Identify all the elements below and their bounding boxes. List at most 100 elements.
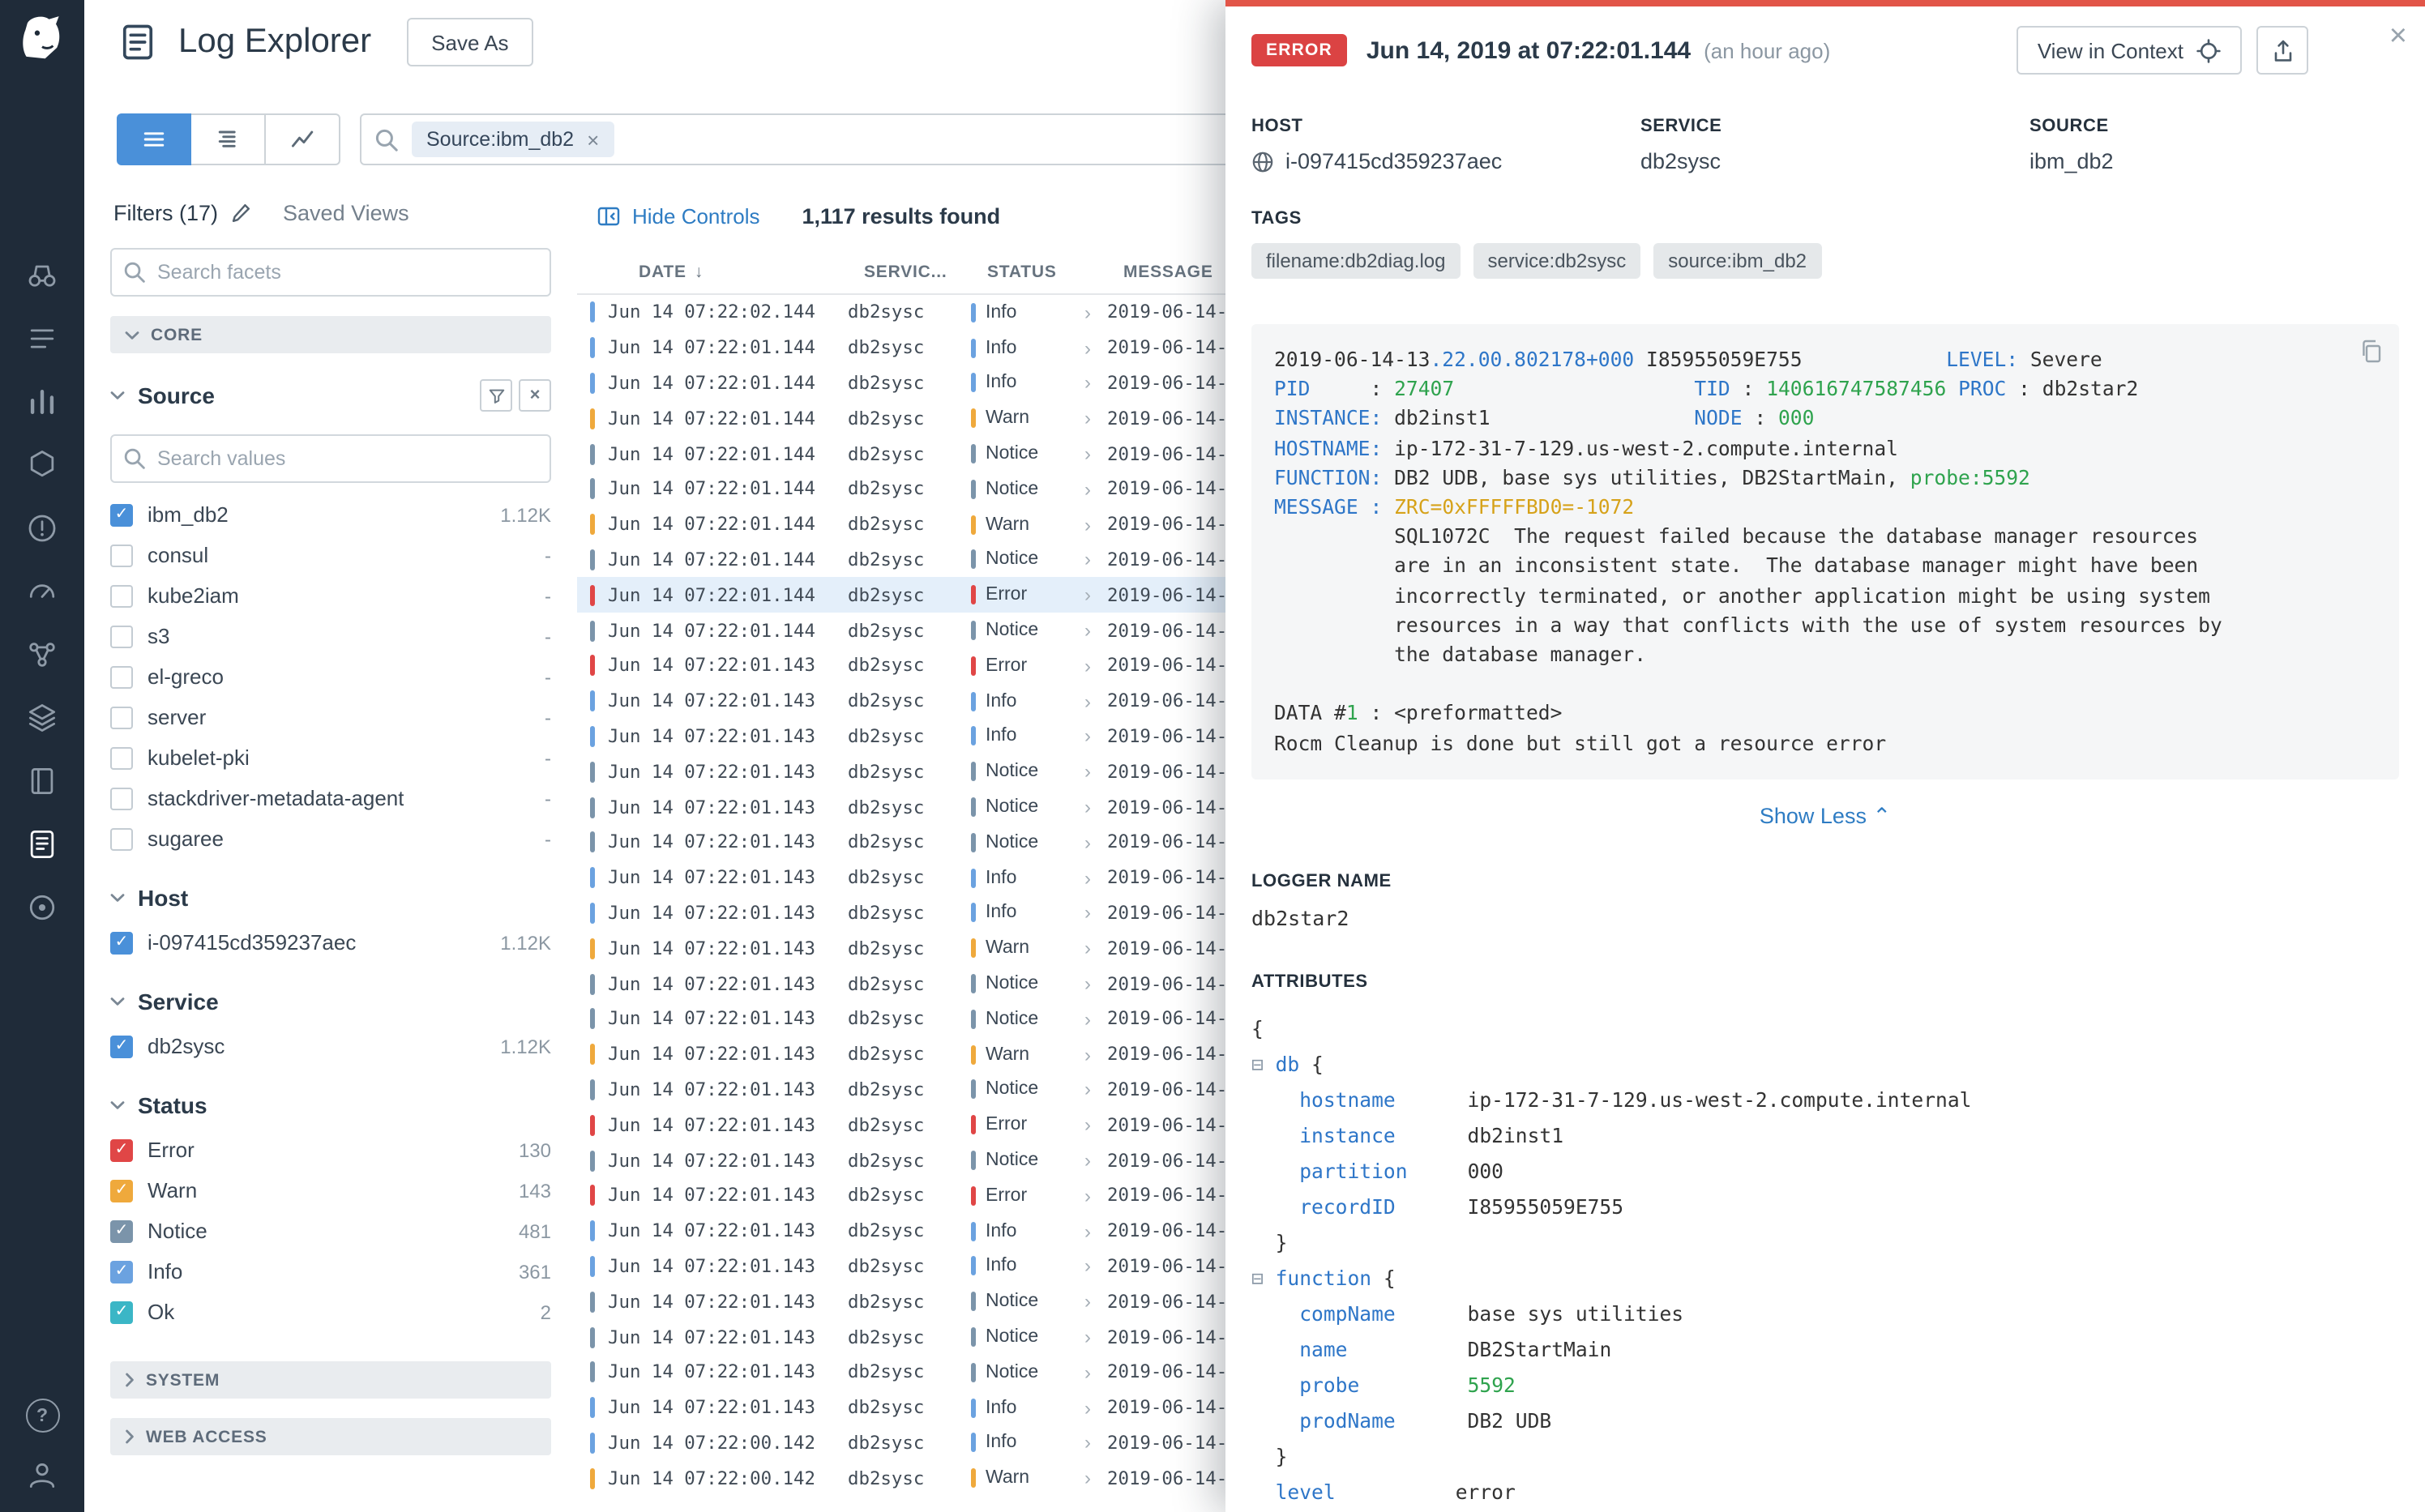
system-section-toggle[interactable]: SYSTEM — [110, 1361, 551, 1399]
facet-row[interactable]: ✓i-097415cd359237aec1.12K — [110, 922, 551, 963]
copy-icon[interactable] — [2359, 339, 2383, 371]
facet-row[interactable]: ✓Notice481 — [110, 1211, 551, 1251]
panel-header: ERROR Jun 14, 2019 at 07:22:01.144 (an h… — [1251, 26, 2399, 75]
attribute-row[interactable]: hostname ip-172-31-7-129.us-west-2.compu… — [1251, 1083, 2399, 1118]
attribute-row[interactable]: partition 000 — [1251, 1154, 2399, 1190]
pattern-view-button[interactable] — [191, 113, 266, 165]
facet-checkbox[interactable]: ✓ — [110, 1260, 133, 1283]
filter-facet-icon[interactable] — [480, 379, 512, 412]
facet-checkbox[interactable]: ✓ — [110, 1301, 133, 1323]
source-value[interactable]: ibm_db2 — [2029, 149, 2114, 173]
facet-row[interactable]: sugaree- — [110, 818, 551, 859]
facet-checkbox[interactable] — [110, 584, 133, 607]
edit-pencil-icon[interactable] — [229, 203, 250, 224]
facet-header-source[interactable]: Source × — [110, 379, 551, 412]
facet-row[interactable]: ✓db2sysc1.12K — [110, 1026, 551, 1066]
column-header-date[interactable]: DATE ↓ — [624, 263, 864, 282]
list-view-button[interactable] — [117, 113, 191, 165]
facet-checkbox[interactable]: ✓ — [110, 931, 133, 954]
facet-row[interactable]: consul- — [110, 535, 551, 575]
facet-row[interactable]: ✓ibm_db21.12K — [110, 494, 551, 535]
facet-row[interactable]: el-greco- — [110, 656, 551, 697]
attribute-row[interactable]: compName base sys utilities — [1251, 1296, 2399, 1332]
apm-icon[interactable] — [24, 574, 60, 609]
facet-checkbox[interactable]: ✓ — [110, 1219, 133, 1242]
facet-row[interactable]: ✓Error130 — [110, 1130, 551, 1170]
facet-row[interactable]: kubelet-pki- — [110, 737, 551, 778]
attribute-row[interactable]: instance db2inst1 — [1251, 1118, 2399, 1154]
logs-icon[interactable] — [24, 826, 60, 862]
facet-row[interactable]: ✓Ok2 — [110, 1292, 551, 1332]
facet-checkbox[interactable] — [110, 706, 133, 728]
attribute-row[interactable]: } — [1251, 1225, 2399, 1261]
status-color-bar — [971, 409, 976, 429]
watchdog-icon[interactable] — [24, 258, 60, 293]
column-header-status[interactable]: STATUS — [987, 263, 1101, 282]
exclude-facet-icon[interactable]: × — [519, 379, 551, 412]
synthetics-icon[interactable] — [24, 890, 60, 925]
query-filter-chip[interactable]: Source:ibm_db2 × — [412, 122, 614, 157]
facet-checkbox[interactable] — [110, 827, 133, 850]
attribute-row[interactable]: name DB2StartMain — [1251, 1332, 2399, 1368]
facet-checkbox[interactable] — [110, 746, 133, 769]
search-values-input[interactable] — [110, 434, 551, 483]
facet-checkbox[interactable] — [110, 544, 133, 566]
facet-header-status[interactable]: Status — [110, 1092, 551, 1118]
attribute-row[interactable]: probe 5592 — [1251, 1368, 2399, 1403]
monitors-icon[interactable] — [24, 510, 60, 546]
facet-checkbox[interactable]: ✓ — [110, 1179, 133, 1202]
save-as-button[interactable]: Save As — [407, 18, 532, 66]
facet-section-service: Service ✓db2sysc1.12K — [110, 989, 551, 1066]
facet-checkbox[interactable]: ✓ — [110, 503, 133, 526]
hide-controls-button[interactable]: Hide Controls — [597, 204, 760, 229]
containers-icon[interactable] — [24, 700, 60, 736]
facet-checkbox[interactable] — [110, 625, 133, 647]
column-header-service[interactable]: SERVIC... — [864, 263, 987, 282]
tag-chip[interactable]: service:db2sysc — [1473, 243, 1641, 279]
graph-view-button[interactable] — [266, 113, 340, 165]
tag-chip[interactable]: filename:db2diag.log — [1251, 243, 1461, 279]
infrastructure-icon[interactable] — [24, 447, 60, 483]
close-icon[interactable]: × — [2389, 21, 2407, 52]
host-value[interactable]: i-097415cd359237aec — [1285, 149, 1502, 173]
dashboards-icon[interactable] — [24, 384, 60, 420]
facet-row[interactable]: ✓Warn143 — [110, 1170, 551, 1211]
datadog-logo[interactable] — [15, 11, 70, 66]
facet-checkbox[interactable] — [110, 665, 133, 688]
tab-saved-views[interactable]: Saved Views — [283, 201, 409, 225]
show-less-button[interactable]: Show Less ⌃ — [1251, 804, 2399, 830]
tab-filters[interactable]: Filters (17) — [113, 201, 250, 225]
attribute-row[interactable]: { — [1251, 1011, 2399, 1047]
attribute-row[interactable]: ⊟ function { — [1251, 1261, 2399, 1296]
remove-filter-icon[interactable]: × — [587, 129, 599, 150]
notebooks-icon[interactable] — [24, 763, 60, 799]
tag-chip[interactable]: source:ibm_db2 — [1653, 243, 1821, 279]
facet-header-service[interactable]: Service — [110, 989, 551, 1014]
facet-checkbox[interactable]: ✓ — [110, 1035, 133, 1057]
view-in-context-button[interactable]: View in Context — [2017, 26, 2242, 75]
events-icon[interactable] — [24, 321, 60, 357]
facet-row[interactable]: ✓Info361 — [110, 1251, 551, 1292]
service-value[interactable]: db2sysc — [1640, 149, 1721, 173]
service-map-icon[interactable] — [24, 637, 60, 673]
facet-header-host[interactable]: Host — [110, 885, 551, 911]
attribute-row[interactable]: prodName DB2 UDB — [1251, 1403, 2399, 1439]
facet-row[interactable]: stackdriver-metadata-agent- — [110, 778, 551, 818]
help-icon[interactable]: ? — [25, 1399, 59, 1433]
user-icon[interactable] — [24, 1457, 60, 1493]
share-button[interactable] — [2256, 26, 2308, 75]
attribute-row[interactable]: level error — [1251, 1475, 2399, 1510]
expand-chevron-icon: › — [1084, 972, 1107, 995]
log-content-line: PID : 27407 TID : 140616747587456 PROC :… — [1274, 374, 2376, 404]
core-section-toggle[interactable]: CORE — [110, 316, 551, 353]
facet-checkbox[interactable] — [110, 787, 133, 809]
attribute-row[interactable]: } — [1251, 1439, 2399, 1475]
facet-row[interactable]: kube2iam- — [110, 575, 551, 616]
web-access-section-toggle[interactable]: WEB ACCESS — [110, 1418, 551, 1455]
search-facets-input[interactable] — [110, 248, 551, 297]
attribute-row[interactable]: ⊟ db { — [1251, 1047, 2399, 1083]
attribute-row[interactable]: recordID I85955059E755 — [1251, 1190, 2399, 1225]
facet-checkbox[interactable]: ✓ — [110, 1138, 133, 1161]
facet-row[interactable]: s3- — [110, 616, 551, 656]
facet-row[interactable]: server- — [110, 697, 551, 737]
